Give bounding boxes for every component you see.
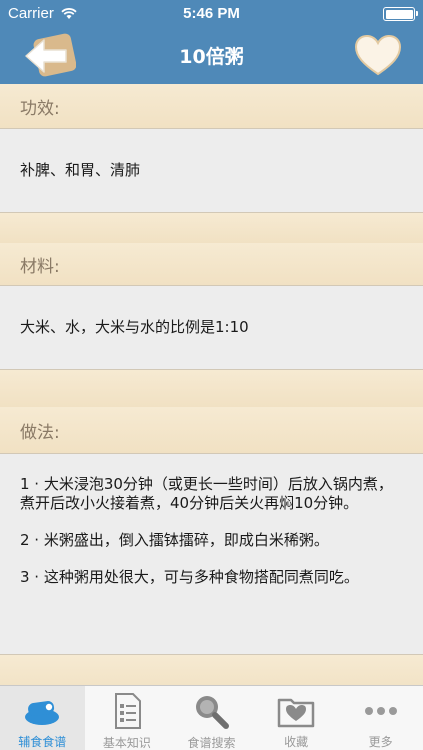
favorite-button[interactable] [353, 34, 403, 78]
tab-label: 更多 [368, 735, 393, 749]
method-step: 3 · 这种粥用处很大，可与多种食物搭配同煮同吃。 [20, 568, 359, 586]
method-card: 1 · 大米浸泡30分钟（或更长一些时间）后放入锅内煮，煮开后改小火接着煮，40… [0, 453, 423, 655]
status-time: 5:46 PM [183, 5, 240, 22]
ingredients-heading-label: 材料: [20, 256, 60, 277]
ingredients-text: 大米、水，大米与水的比例是1:10 [20, 318, 249, 336]
status-bar: Carrier 5:46 PM [0, 0, 423, 28]
section-divider [0, 213, 423, 243]
ingredients-heading: 材料: [0, 243, 423, 285]
tab-more[interactable]: 更多 [338, 686, 423, 750]
tab-label: 辅食食谱 [18, 735, 67, 749]
heart-icon [354, 34, 402, 76]
tab-label: 收藏 [284, 735, 309, 749]
magnifier-icon [191, 692, 231, 730]
recipe-detail[interactable]: 功效: 补脾、和胃、清肺 材料: 大米、水，大米与水的比例是1:10 做法: 1… [0, 84, 423, 685]
method-heading-label: 做法: [20, 422, 60, 443]
efficacy-heading: 功效: [0, 84, 423, 128]
tab-favorites[interactable]: 收藏 [254, 686, 339, 750]
tab-label: 基本知识 [102, 736, 151, 750]
section-divider [0, 655, 423, 685]
tab-search[interactable]: 食谱搜索 [169, 686, 254, 750]
efficacy-text: 补脾、和胃、清肺 [20, 161, 141, 179]
efficacy-card: 补脾、和胃、清肺 [0, 128, 423, 213]
method-heading: 做法: [0, 407, 423, 453]
efficacy-heading-label: 功效: [20, 98, 60, 119]
battery-icon [383, 7, 418, 21]
heart-folder-icon [276, 692, 316, 729]
navigation-bar: 10倍粥 [0, 28, 423, 84]
tab-label: 食谱搜索 [187, 736, 236, 750]
ingredients-card: 大米、水，大米与水的比例是1:10 [0, 285, 423, 370]
tab-basics[interactable]: 基本知识 [85, 686, 170, 750]
tab-recipes[interactable]: 辅食食谱 [0, 686, 85, 750]
food-tray-icon [22, 692, 62, 729]
more-dots-icon [361, 692, 401, 729]
tab-bar: 辅食食谱 基本知识 食谱搜索 收藏 更多 [0, 685, 423, 750]
method-step: 2 · 米粥盛出，倒入擂钵擂碎，即成白米稀粥。 [20, 531, 329, 549]
section-divider [0, 370, 423, 407]
document-icon [107, 692, 147, 730]
method-step: 1 · 大米浸泡30分钟（或更长一些时间）后放入锅内煮，煮开后改小火接着煮，40… [20, 475, 393, 512]
